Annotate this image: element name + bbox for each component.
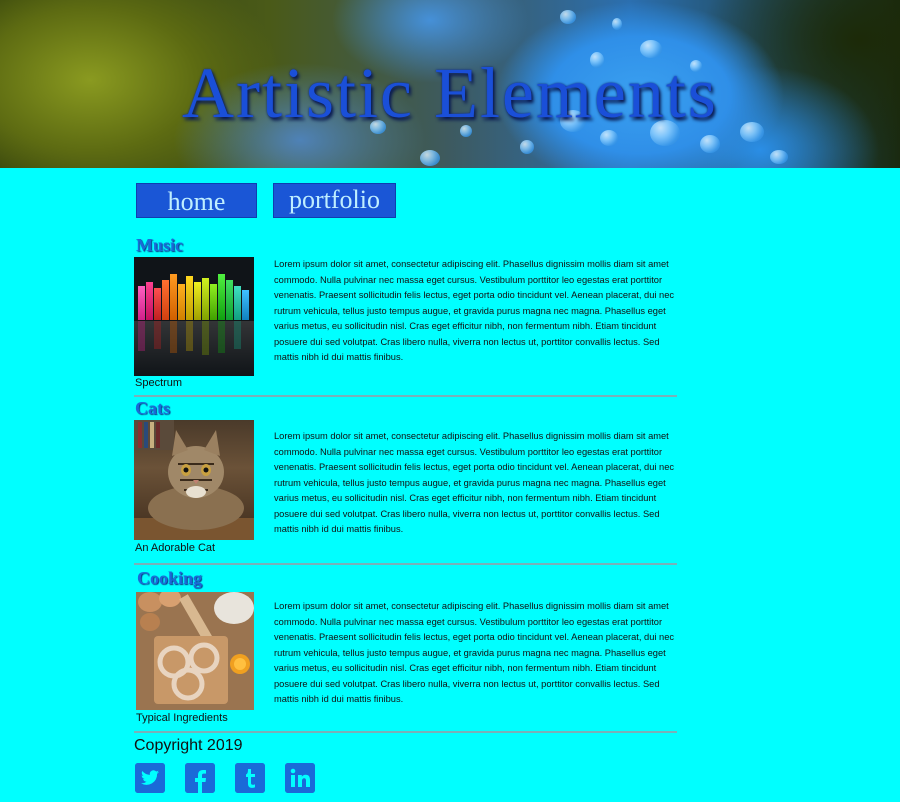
nav-home-button[interactable]: home <box>136 183 257 218</box>
caption-music: Spectrum <box>135 377 183 389</box>
spectrum-image <box>134 257 254 376</box>
linkedin-icon[interactable] <box>285 763 315 793</box>
cat-image <box>134 420 254 540</box>
tumblr-icon[interactable] <box>235 763 265 793</box>
site-title: Artistic Elements <box>182 53 718 133</box>
section-title-music: Music <box>136 235 183 255</box>
cooking-image <box>136 592 254 710</box>
caption-cooking: Typical Ingredients <box>136 712 228 724</box>
facebook-icon[interactable] <box>185 763 215 793</box>
section-title-cooking: Cooking <box>137 568 203 588</box>
section-text-cats: Lorem ipsum dolor sit amet, consectetur … <box>274 431 675 534</box>
section-divider <box>134 395 677 397</box>
section-title-cats: Cats <box>135 398 170 418</box>
section-text-music: Lorem ipsum dolor sit amet, consectetur … <box>274 259 675 362</box>
section-divider <box>134 731 677 733</box>
section-divider <box>134 563 677 565</box>
header-banner: Artistic Elements <box>0 0 900 168</box>
section-text-cooking: Lorem ipsum dolor sit amet, consectetur … <box>274 601 675 704</box>
twitter-icon[interactable] <box>135 763 165 793</box>
copyright-text: Copyright 2019 <box>134 737 243 754</box>
nav-portfolio-button[interactable]: portfolio <box>273 183 396 218</box>
caption-cats: An Adorable Cat <box>135 542 216 554</box>
